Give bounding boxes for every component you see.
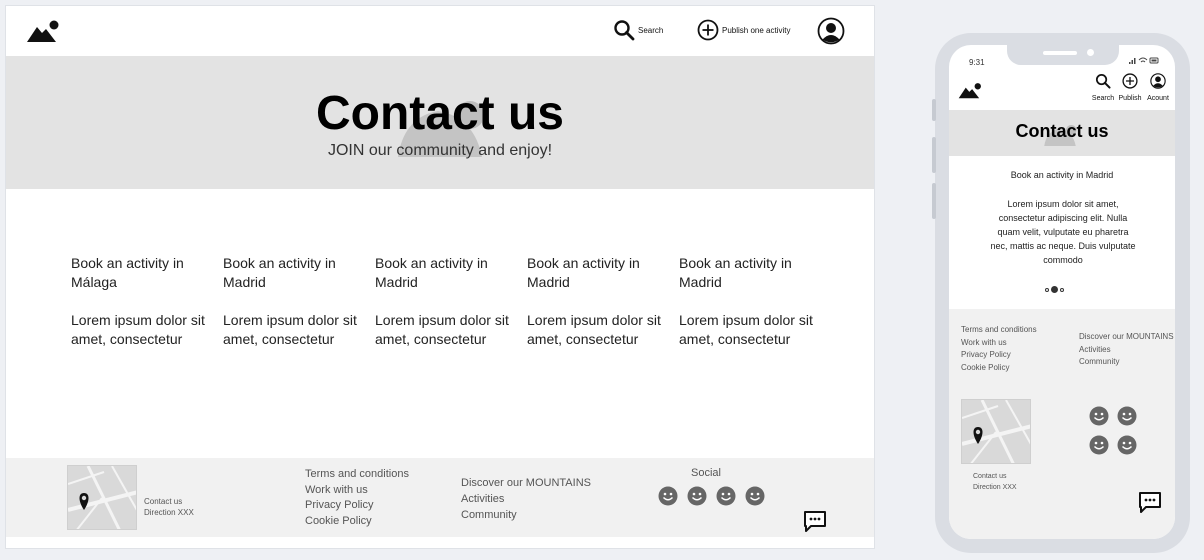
mobile-activity-card-text: Lorem ipsum dolor sit amet, consectetur …: [990, 199, 1136, 265]
smiley-icon[interactable]: [1089, 406, 1109, 426]
mobile-page-title: Contact us: [1015, 121, 1109, 141]
mobile-hero-banner: Contact us: [949, 110, 1175, 156]
search-icon: [1095, 73, 1111, 89]
top-navbar: Search Publish one activity: [6, 6, 874, 56]
footer-link-terms[interactable]: Terms and conditions: [305, 467, 409, 483]
mobile-activity-card-title[interactable]: Book an activity in Madrid: [949, 170, 1175, 180]
activity-card-text: Lorem ipsum dolor sit amet, consectetur: [71, 312, 205, 347]
footer-link-work[interactable]: Work with us: [305, 483, 409, 499]
smiley-icon[interactable]: [687, 486, 707, 506]
activity-card-text: Lorem ipsum dolor sit amet, consectetur: [527, 312, 661, 347]
page-title: Contact us: [315, 87, 564, 140]
footer-link-terms[interactable]: Terms and conditions: [961, 324, 1037, 337]
activity-card[interactable]: Book an activity in Málaga Lorem ipsum d…: [71, 254, 223, 349]
footer-legal-links: Terms and conditions Work with us Privac…: [305, 467, 409, 529]
mobile-publish-button[interactable]: Publish: [1117, 73, 1143, 102]
smiley-icon[interactable]: [716, 486, 736, 506]
mobile-account-label: Acount: [1147, 95, 1169, 102]
footer: Contact us Direction XXX Terms and condi…: [6, 458, 874, 537]
search-label: Search: [638, 25, 664, 35]
activity-card[interactable]: Book an activity in Madrid Lorem ipsum d…: [679, 254, 831, 349]
mobile-mockup: 9:31 Search Publish Acount Contact us Bo…: [932, 33, 1190, 553]
contact-link[interactable]: Contact us: [973, 471, 1017, 482]
activity-card-text: Lorem ipsum dolor sit amet, consectetur: [223, 312, 357, 347]
footer-link-community[interactable]: Community: [1079, 356, 1174, 369]
footer-link-cookie[interactable]: Cookie Policy: [305, 514, 409, 530]
desktop-mockup: Search Publish one activity Contact us J…: [5, 5, 875, 549]
user-account-icon: [1150, 73, 1166, 89]
footer-link-mountains[interactable]: Discover our MOUNTAINS: [1079, 331, 1174, 344]
footer-link-work[interactable]: Work with us: [961, 337, 1037, 350]
contact-address: Direction XXX: [144, 508, 194, 517]
activity-card-title: Book an activity in Madrid: [527, 255, 640, 290]
social-heading: Social: [691, 467, 721, 479]
footer-link-mountains[interactable]: Discover our MOUNTAINS: [461, 475, 591, 491]
mobile-location-map[interactable]: [961, 399, 1031, 464]
mobile-footer: Terms and conditions Work with us Privac…: [949, 309, 1175, 539]
activity-card[interactable]: Book an activity in Madrid Lorem ipsum d…: [527, 254, 679, 349]
publish-label: Publish one activity: [722, 25, 791, 35]
smiley-icon[interactable]: [658, 486, 678, 506]
social-icons: [658, 486, 765, 506]
activity-card-title: Book an activity in Madrid: [223, 255, 336, 290]
publish-activity-button[interactable]: Publish one activity: [697, 19, 790, 41]
footer-link-privacy[interactable]: Privacy Policy: [961, 349, 1037, 362]
status-time: 9:31: [969, 58, 985, 67]
footer-link-cookie[interactable]: Cookie Policy: [961, 362, 1037, 375]
mobile-footer-legal-links: Terms and conditions Work with us Privac…: [961, 324, 1037, 374]
activity-cards: Book an activity in Málaga Lorem ipsum d…: [71, 254, 831, 349]
search-button[interactable]: Search: [613, 19, 663, 41]
mobile-search-button[interactable]: Search: [1090, 73, 1116, 102]
mountain-logo-icon[interactable]: [958, 82, 982, 104]
carousel-dots: [1045, 286, 1064, 293]
activity-card-text: Lorem ipsum dolor sit amet, consectetur: [679, 312, 813, 347]
plus-circle-icon: [697, 19, 719, 41]
mobile-footer-contact: Contact us Direction XXX: [973, 471, 1017, 493]
phone-screen: 9:31 Search Publish Acount Contact us Bo…: [949, 45, 1175, 539]
mobile-footer-discover-links: Discover our MOUNTAINS Activities Commun…: [1079, 331, 1174, 369]
carousel-dot[interactable]: [1045, 287, 1049, 292]
chat-icon[interactable]: [1138, 491, 1162, 519]
chat-icon[interactable]: [803, 510, 827, 538]
phone-side-button: [932, 99, 936, 121]
contact-link[interactable]: Contact us: [144, 496, 194, 507]
activity-card-title: Book an activity in Madrid: [679, 255, 792, 290]
plus-circle-icon: [1122, 73, 1138, 89]
carousel-dot[interactable]: [1060, 287, 1064, 292]
activity-card-title: Book an activity in Madrid: [375, 255, 488, 290]
activity-card[interactable]: Book an activity in Madrid Lorem ipsum d…: [375, 254, 527, 349]
page-subtitle: JOIN our community and enjoy!: [327, 142, 553, 159]
activity-card-text: Lorem ipsum dolor sit amet, consectetur: [375, 312, 509, 347]
smiley-icon[interactable]: [745, 486, 765, 506]
footer-contact: Contact us Direction XXX: [144, 496, 194, 518]
smiley-icon[interactable]: [1117, 435, 1137, 455]
smiley-icon[interactable]: [1117, 406, 1137, 426]
phone-notch: [1007, 45, 1119, 65]
phone-side-button: [932, 137, 936, 173]
footer-link-activities[interactable]: Activities: [461, 491, 591, 507]
contact-address: Direction XXX: [973, 484, 1017, 491]
activity-card-title: Book an activity in Málaga: [71, 255, 184, 290]
location-map[interactable]: [67, 465, 137, 530]
mobile-social-icons: [1089, 406, 1137, 455]
footer-discover-links: Discover our MOUNTAINS Activities Commun…: [461, 475, 591, 523]
mountain-logo-icon[interactable]: [26, 19, 60, 48]
phone-side-button: [932, 183, 936, 219]
hero-banner: Contact us JOIN our community and enjoy!: [6, 56, 874, 189]
mobile-account-button[interactable]: Acount: [1145, 73, 1171, 102]
search-icon: [614, 20, 635, 41]
mobile-search-label: Search: [1091, 95, 1115, 102]
status-indicators-icon: [1128, 56, 1160, 67]
smiley-icon[interactable]: [1089, 435, 1109, 455]
carousel-dot-active[interactable]: [1051, 286, 1058, 293]
footer-link-privacy[interactable]: Privacy Policy: [305, 498, 409, 514]
footer-link-activities[interactable]: Activities: [1079, 344, 1174, 357]
activity-card[interactable]: Book an activity in Madrid Lorem ipsum d…: [223, 254, 375, 349]
footer-link-community[interactable]: Community: [461, 507, 591, 523]
mobile-publish-label: Publish: [1118, 95, 1142, 102]
user-account-icon[interactable]: [817, 17, 845, 50]
